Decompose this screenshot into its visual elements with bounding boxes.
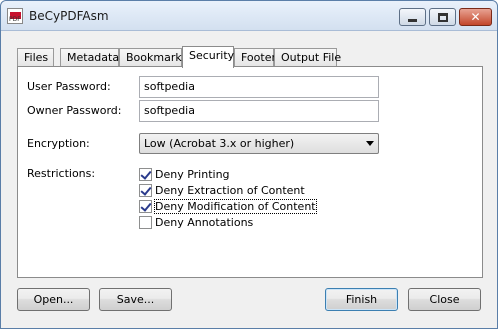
deny-modification-checkbox[interactable]: Deny Modification of Content [139,198,317,214]
checkbox-label: Deny Printing [155,167,230,181]
tab-bookmarks[interactable]: Bookmarks [119,48,187,67]
app-icon: PDF [7,8,23,24]
user-password-field[interactable]: softpedia [139,76,379,98]
app-window: PDF BeCyPDFAsm ✕ Files Metadata Bookmark… [0,0,498,329]
deny-extraction-checkbox[interactable]: Deny Extraction of Content [139,182,305,198]
encryption-selected-value: Low (Acrobat 3.x or higher) [144,137,295,150]
checkbox-label: Deny Annotations [155,215,254,229]
checkbox-label: Deny Extraction of Content [155,183,305,197]
checkbox-unchecked-icon [139,215,152,229]
encryption-select[interactable]: Low (Acrobat 3.x or higher) [139,133,379,154]
checkbox-checked-icon [139,183,152,197]
tab-files[interactable]: Files [17,48,54,67]
window-title: BeCyPDFAsm [29,9,109,23]
tab-output-file[interactable]: Output File [274,48,341,67]
minimize-button[interactable] [399,8,426,26]
finish-button[interactable]: Finish [325,288,398,311]
restrictions-label: Restrictions: [27,167,96,180]
chevron-down-icon [366,141,374,146]
close-window-button[interactable]: ✕ [459,8,492,26]
tab-security[interactable]: Security [182,46,234,68]
checkbox-checked-icon [139,199,152,213]
close-icon: ✕ [470,10,481,24]
security-panel: User Password: softpedia Owner Password:… [17,66,483,278]
owner-password-label: Owner Password: [27,104,122,117]
encryption-label: Encryption: [27,137,90,150]
close-button[interactable]: Close [408,288,481,311]
checkbox-label: Deny Modification of Content [154,198,317,214]
tab-metadata[interactable]: Metadata [60,48,119,67]
tab-footer[interactable]: Footer [234,48,276,67]
title-bar[interactable]: PDF BeCyPDFAsm ✕ [1,1,497,31]
owner-password-field[interactable]: softpedia [139,100,379,122]
maximize-button[interactable] [429,8,456,26]
deny-printing-checkbox[interactable]: Deny Printing [139,166,230,182]
minimize-icon [408,19,417,22]
checkbox-checked-icon [139,167,152,181]
maximize-icon [437,12,448,22]
open-button[interactable]: Open... [17,288,90,311]
save-button[interactable]: Save... [99,288,172,311]
user-password-label: User Password: [27,80,111,93]
deny-annotations-checkbox[interactable]: Deny Annotations [139,214,253,230]
